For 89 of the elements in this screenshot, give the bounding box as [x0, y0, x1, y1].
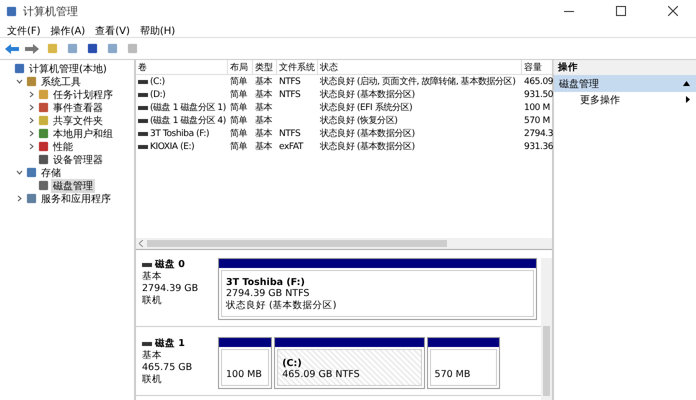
table-cell-text: 931.36: [523, 142, 554, 152]
collapse-icon[interactable]: [683, 81, 690, 86]
menu-item[interactable]: 文件(F): [2, 22, 46, 37]
disk-type: 基本: [142, 271, 163, 283]
action-item[interactable]: 更多操作: [554, 92, 696, 107]
column-header[interactable]: 卷: [136, 60, 228, 74]
partition[interactable]: (C:) 465.09 GB NTFS: [274, 337, 425, 389]
table-cell-text: 570 M: [523, 116, 551, 126]
table-cell-text: exFAT: [278, 142, 304, 152]
column-header[interactable]: 布局: [228, 60, 253, 74]
table-cell-text: (磁盘 1 磁盘分区 1): [150, 102, 226, 114]
maximize-icon[interactable]: [616, 6, 626, 16]
partition-name: (C:): [282, 358, 303, 369]
table-cell: (D:): [150, 90, 166, 100]
table-cell-text: 基本: [254, 102, 274, 114]
table-cell-text: NTFS: [278, 128, 302, 138]
table-cell-text: 简单: [229, 102, 248, 114]
table-cell-text: 基本: [254, 140, 274, 153]
vertical-scrollbar[interactable]: [541, 258, 552, 400]
partition[interactable]: 100 MB: [218, 337, 272, 389]
table-cell: (C:): [150, 76, 165, 86]
panel-title: 操作: [554, 60, 696, 75]
table-cell-text: 基本: [254, 76, 274, 88]
disk-size: 2794.39 GB: [142, 283, 200, 295]
table-cell-text: 简单: [229, 140, 248, 153]
menu-item[interactable]: 帮助(H): [134, 22, 180, 37]
table-cell-text: 状态良好 (EFI 系统分区): [319, 102, 414, 114]
horizontal-scrollbar[interactable]: [136, 238, 552, 250]
partition-size: 2794.39 GB NTFS: [226, 288, 310, 300]
tree-item[interactable]: 任务计划程序: [51, 88, 115, 102]
table-cell-text: 简单: [229, 76, 248, 88]
table-cell-text: 状态良好 (启动, 页面文件, 故障转储, 基本数据分区): [319, 76, 516, 88]
disk-name: 磁盘 0: [142, 258, 216, 271]
disk-size: 465.75 GB: [142, 362, 194, 374]
table-cell-text: 状态良好 (恢复分区): [319, 114, 398, 127]
disk-name: 磁盘 1: [142, 337, 216, 350]
tree-item[interactable]: 共享文件夹: [51, 114, 105, 128]
table-cell-text: 简单: [229, 88, 248, 101]
tree-item[interactable]: 计算机管理(本地): [27, 62, 109, 76]
partition-name: 3T Toshiba (F:): [226, 277, 306, 288]
table-cell-text: 931.50: [523, 90, 554, 100]
partition-size: 570 MB: [434, 369, 472, 381]
tree-item[interactable]: 事件查看器: [51, 100, 105, 114]
action-label: 更多操作: [580, 94, 620, 106]
expand-icon[interactable]: [14, 78, 24, 85]
partition[interactable]: 3T Toshiba (F:) 2794.39 GB NTFS 状态良好 (基本数据分区): [218, 258, 537, 320]
tree-item[interactable]: 本地用户和组: [51, 126, 115, 140]
table-cell: 3T Toshiba (F:): [150, 128, 210, 138]
expand-icon[interactable]: [14, 169, 24, 176]
table-cell-text: 基本: [254, 114, 274, 127]
table-cell-text: 基本: [254, 88, 274, 101]
table-cell-text: 状态良好 (基本数据分区): [319, 140, 416, 153]
tree-item[interactable]: 性能: [51, 140, 75, 154]
table-cell-text: 基本: [254, 128, 274, 140]
tree-item[interactable]: 存储: [39, 166, 63, 180]
column-header[interactable]: 类型: [253, 60, 277, 74]
tree-item[interactable]: 磁盘管理: [51, 178, 95, 192]
table-cell-text: 状态良好 (基本数据分区): [319, 88, 416, 101]
table-cell-text: NTFS: [278, 90, 302, 100]
menu-item[interactable]: 操作(A): [46, 22, 90, 37]
partition-size: 465.09 GB NTFS: [282, 369, 361, 381]
table-cell-text: NTFS: [278, 76, 302, 86]
table-cell-text: 100 M: [523, 102, 551, 112]
close-icon[interactable]: [668, 6, 678, 16]
section-title: 磁盘管理: [559, 78, 599, 90]
disk-status: 联机: [142, 295, 163, 307]
table-cell: KIOXIA (E:): [150, 142, 194, 152]
window-title: 计算机管理: [23, 4, 79, 18]
partition-status: 状态良好 (基本数据分区): [226, 300, 338, 312]
disk-type: 基本: [142, 350, 163, 362]
column-header[interactable]: 文件系统: [277, 60, 318, 74]
partition-size: 100 MB: [226, 369, 263, 381]
action-section[interactable]: 磁盘管理: [554, 75, 696, 92]
submenu-arrow-icon: [686, 96, 690, 103]
tree-item[interactable]: 设备管理器: [51, 152, 105, 166]
table-cell-text: 简单: [229, 128, 248, 140]
disk-status: 联机: [142, 374, 163, 386]
partition[interactable]: 570 MB: [426, 337, 500, 389]
tree-item[interactable]: 系统工具: [39, 74, 83, 88]
table-cell-text: 2794.3: [523, 128, 554, 138]
menu-item[interactable]: 查看(V): [90, 22, 135, 37]
column-header[interactable]: 状态: [318, 60, 522, 74]
table-cell-text: 简单: [229, 114, 248, 127]
table-cell-text: 状态良好 (基本数据分区): [319, 128, 416, 140]
minimize-icon[interactable]: [564, 10, 574, 12]
tree-item[interactable]: 服务和应用程序: [39, 192, 113, 206]
table-cell-text: 465.09: [523, 76, 554, 86]
scroll-left-icon[interactable]: [139, 240, 143, 247]
table-cell-text: (磁盘 1 磁盘分区 4): [150, 114, 226, 127]
